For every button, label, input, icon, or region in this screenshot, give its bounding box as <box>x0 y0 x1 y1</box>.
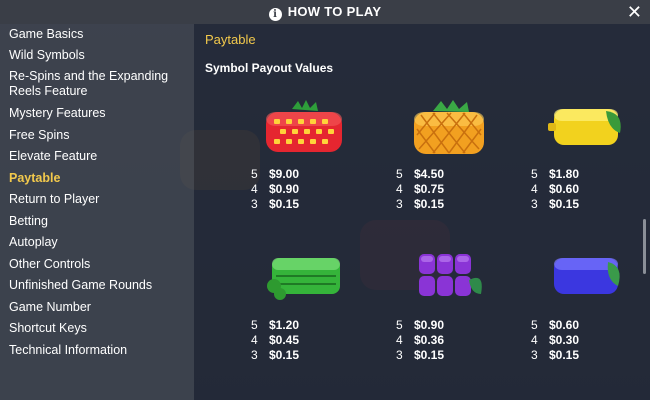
sidebar-item-betting[interactable]: Betting <box>0 214 57 229</box>
symbol-payout-card: 5 $4.50 4 $0.75 3 $0.15 <box>384 99 514 211</box>
close-button[interactable]: ✕ <box>627 2 642 22</box>
payout-row: 3 $0.15 <box>251 348 381 363</box>
sidebar-item-respins[interactable]: Re-Spins and the Expanding Reels Feature <box>0 69 194 99</box>
symbol-payout-card: 5 $0.60 4 $0.30 3 $0.15 <box>519 250 650 362</box>
close-icon: ✕ <box>626 2 642 22</box>
payout-value: $0.36 <box>414 333 445 347</box>
match-count: 4 <box>396 182 403 196</box>
match-count: 4 <box>251 182 258 196</box>
payout-row: 5 $1.20 <box>251 318 381 333</box>
payout-row: 4 $0.45 <box>251 333 381 348</box>
payout-value: $0.15 <box>414 197 445 211</box>
section-title: Paytable <box>205 32 256 47</box>
payout-value: $0.45 <box>269 333 300 347</box>
payout-value: $1.20 <box>269 318 300 332</box>
scrollbar-thumb[interactable] <box>643 219 646 274</box>
payout-row: 4 $0.30 <box>531 333 650 348</box>
match-count: 5 <box>531 167 538 181</box>
payout-value: $0.60 <box>549 318 580 332</box>
payout-value: $0.75 <box>414 182 445 196</box>
header-bar: i HOW TO PLAY ✕ <box>0 0 650 24</box>
payout-value: $0.90 <box>269 182 300 196</box>
lemon-icon <box>544 99 624 159</box>
payout-value: $0.90 <box>414 318 445 332</box>
payout-value: $0.15 <box>549 348 580 362</box>
match-count: 3 <box>396 197 403 211</box>
sidebar-item-game-number[interactable]: Game Number <box>0 300 100 315</box>
payout-row: 4 $0.60 <box>531 182 650 197</box>
paytable-panel: Paytable Symbol Payout Values 5 $9.00 4 $0… <box>194 24 650 400</box>
match-count: 5 <box>396 167 403 181</box>
payout-value: $4.50 <box>414 167 445 181</box>
section-subtitle: Symbol Payout Values <box>205 61 334 75</box>
symbol-payout-card: 5 $1.20 4 $0.45 3 $0.15 <box>239 250 369 362</box>
payout-row: 5 $9.00 <box>251 167 381 182</box>
match-count: 3 <box>396 348 403 362</box>
sidebar-item-game-basics[interactable]: Game Basics <box>0 27 92 42</box>
match-count: 5 <box>251 318 258 332</box>
match-count: 5 <box>531 318 538 332</box>
sidebar-item-other-controls[interactable]: Other Controls <box>0 257 99 272</box>
info-icon: i <box>268 8 282 21</box>
payout-row: 3 $0.15 <box>251 197 381 212</box>
header-title: i HOW TO PLAY <box>0 4 650 21</box>
match-count: 4 <box>396 333 403 347</box>
header-title-text: HOW TO PLAY <box>287 4 382 19</box>
payout-row: 3 $0.15 <box>531 348 650 363</box>
match-count: 5 <box>251 167 258 181</box>
match-count: 4 <box>251 333 258 347</box>
sidebar-item-free-spins[interactable]: Free Spins <box>0 128 78 143</box>
sidebar-item-shortcut-keys[interactable]: Shortcut Keys <box>0 321 96 336</box>
symbol-payout-card: 5 $1.80 4 $0.60 3 $0.15 <box>519 99 650 211</box>
match-count: 4 <box>531 182 538 196</box>
payout-value: $9.00 <box>269 167 300 181</box>
sidebar-item-unfinished-game-rounds[interactable]: Unfinished Game Rounds <box>0 278 161 293</box>
symbol-payout-card: 5 $0.90 4 $0.36 3 $0.15 <box>384 250 514 362</box>
payout-value: $0.15 <box>549 197 580 211</box>
match-count: 3 <box>251 197 258 211</box>
lime-icon <box>264 250 344 310</box>
match-count: 4 <box>531 333 538 347</box>
strawberry-icon <box>264 99 344 159</box>
payout-value: $0.15 <box>414 348 445 362</box>
payout-row: 5 $4.50 <box>396 167 526 182</box>
sidebar-item-paytable[interactable]: Paytable <box>0 171 69 186</box>
sidebar-item-mystery-features[interactable]: Mystery Features <box>0 106 115 121</box>
sidebar-item-autoplay[interactable]: Autoplay <box>0 235 67 250</box>
payout-row: 3 $0.15 <box>396 197 526 212</box>
payout-row: 3 $0.15 <box>531 197 650 212</box>
sidebar-menu: Game Basics Wild Symbols Re-Spins and th… <box>0 24 194 400</box>
grapes-icon <box>409 250 489 310</box>
payout-row: 5 $0.60 <box>531 318 650 333</box>
payout-row: 4 $0.75 <box>396 182 526 197</box>
match-count: 3 <box>531 348 538 362</box>
symbol-payout-card: 5 $9.00 4 $0.90 3 $0.15 <box>239 99 369 211</box>
pineapple-icon <box>409 99 489 159</box>
match-count: 3 <box>251 348 258 362</box>
payout-value: $0.60 <box>549 182 580 196</box>
payout-value: $0.15 <box>269 197 300 211</box>
payout-row: 3 $0.15 <box>396 348 526 363</box>
payout-row: 4 $0.90 <box>251 182 381 197</box>
payout-row: 5 $0.90 <box>396 318 526 333</box>
match-count: 3 <box>531 197 538 211</box>
sidebar-item-wild-symbols[interactable]: Wild Symbols <box>0 48 94 63</box>
payout-value: $0.30 <box>549 333 580 347</box>
payout-row: 4 $0.36 <box>396 333 526 348</box>
sidebar-item-elevate-feature[interactable]: Elevate Feature <box>0 149 106 164</box>
sidebar-item-technical-information[interactable]: Technical Information <box>0 343 136 358</box>
match-count: 5 <box>396 318 403 332</box>
plum-icon <box>544 250 624 310</box>
payout-value: $1.80 <box>549 167 580 181</box>
payout-value: $0.15 <box>269 348 300 362</box>
payout-row: 5 $1.80 <box>531 167 650 182</box>
sidebar-item-return-to-player[interactable]: Return to Player <box>0 192 108 207</box>
